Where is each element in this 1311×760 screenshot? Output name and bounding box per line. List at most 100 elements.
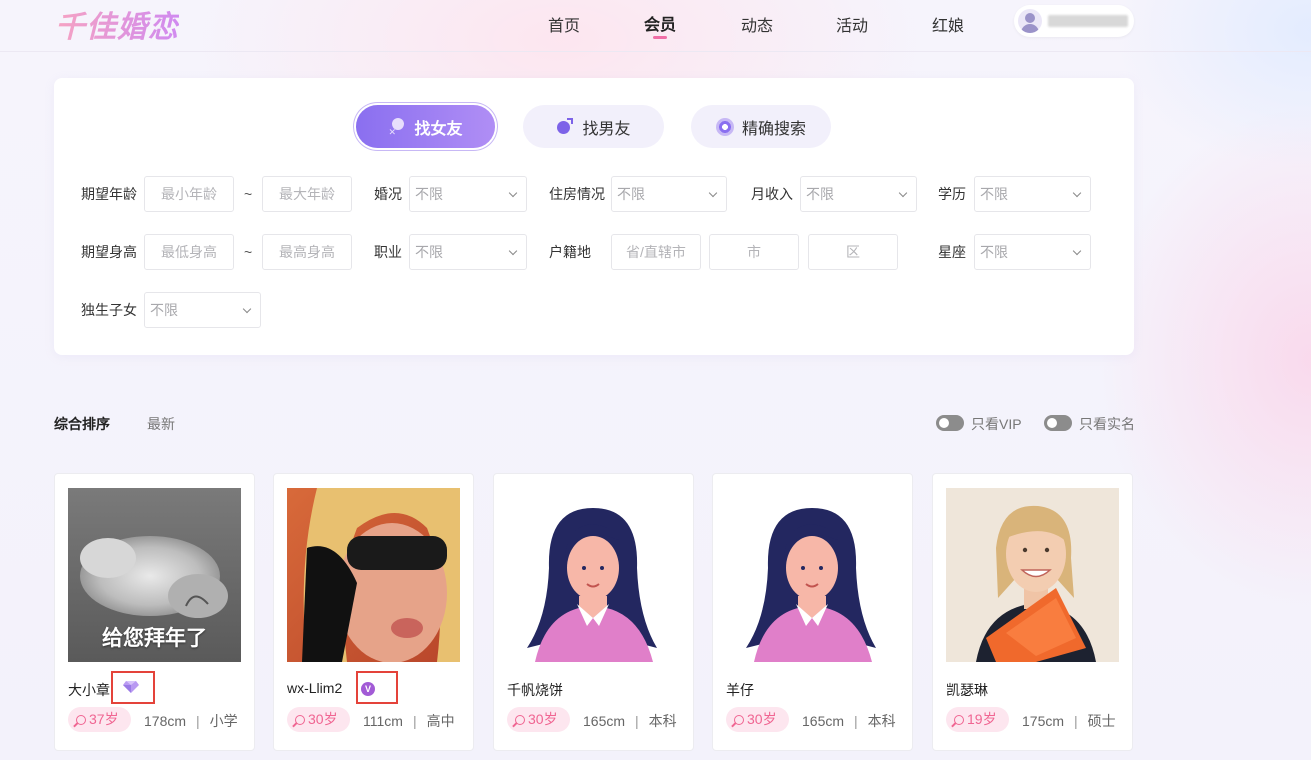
nav-matchmaker[interactable]: 红娘 — [932, 12, 964, 36]
marriage-select[interactable]: 不限 — [409, 176, 527, 212]
precise-search-button[interactable]: 精确搜索 — [691, 105, 831, 148]
member-height: 178cm — [144, 713, 187, 729]
housing-select-value: 不限 — [617, 186, 645, 202]
only-verified-toggle[interactable] — [1044, 415, 1072, 431]
height-label: 期望身高 — [81, 244, 137, 260]
age-value: 19岁 — [967, 711, 997, 727]
chevron-down-icon — [898, 188, 908, 198]
female-icon: ✕ — [388, 117, 406, 136]
top-navigation-bar: 千佳婚恋 首页 会员 动态 活动 红娘 — [0, 0, 1311, 52]
income-label: 月收入 — [751, 186, 793, 202]
only-vip-toggle[interactable] — [936, 415, 964, 431]
height-range-separator: ~ — [244, 244, 253, 260]
male-icon — [556, 117, 574, 136]
default-female-avatar — [726, 488, 899, 662]
female-symbol-icon — [515, 714, 525, 725]
age-badge: 37岁 — [68, 707, 131, 732]
female-symbol-icon — [295, 714, 305, 725]
member-card[interactable]: 凯瑟琳 19岁 175cm | 硕士 — [932, 473, 1133, 751]
user-menu[interactable] — [1014, 5, 1134, 37]
member-height: 111cm — [363, 713, 403, 729]
member-photo: 给您拜年了 — [68, 488, 241, 662]
chevron-down-icon — [708, 188, 718, 198]
chevron-down-icon — [242, 304, 252, 314]
age-value: 30岁 — [747, 711, 777, 727]
user-name-redacted — [1048, 15, 1128, 27]
nav-members[interactable]: 会员 — [644, 11, 676, 35]
marriage-select-value: 不限 — [415, 186, 443, 202]
height-min-input[interactable] — [144, 234, 234, 270]
nav-home[interactable]: 首页 — [548, 12, 580, 36]
zodiac-select-value: 不限 — [980, 244, 1008, 260]
member-card[interactable]: 千帆烧饼 30岁 165cm | 本科 — [493, 473, 694, 751]
member-card[interactable]: wx-Llim2 V 30岁 111cm | 高中 — [273, 473, 474, 751]
only-verified-label: 只看实名 — [1079, 416, 1135, 432]
member-education: 小学 — [209, 713, 238, 729]
education-select-value: 不限 — [980, 186, 1008, 202]
search-panel: ✕ 找女友 找男友 精确搜索 期望年龄 ~ 婚况 不限 住房情况 不限 月收入 … — [54, 78, 1134, 355]
member-photo — [287, 488, 460, 662]
age-min-input[interactable] — [144, 176, 234, 212]
meta-separator: | — [635, 713, 639, 729]
member-name: 千帆烧饼 — [507, 682, 563, 698]
job-label: 职业 — [374, 244, 402, 260]
find-boyfriend-label: 找男友 — [582, 120, 631, 138]
age-badge: 30岁 — [287, 707, 350, 732]
member-meta: 165cm | 本科 — [802, 711, 896, 731]
member-photo — [507, 488, 680, 662]
vip-badge-highlight — [111, 671, 155, 704]
find-girlfriend-button[interactable]: ✕ 找女友 — [356, 105, 495, 148]
income-select[interactable]: 不限 — [800, 176, 917, 212]
chevron-down-icon — [1072, 246, 1082, 256]
female-symbol-icon — [76, 714, 86, 725]
member-card[interactable]: 羊仔 30岁 165cm | 本科 — [712, 473, 913, 751]
portrait-photo — [946, 488, 1119, 662]
province-input[interactable] — [611, 234, 701, 270]
diamond-icon — [123, 681, 139, 693]
member-photo — [726, 488, 899, 662]
member-meta: 165cm | 本科 — [583, 711, 677, 731]
meta-separator: | — [1074, 713, 1078, 729]
sort-newest[interactable]: 最新 — [147, 414, 175, 434]
find-girlfriend-label: 找女友 — [414, 120, 463, 138]
nav-events[interactable]: 活动 — [836, 12, 868, 36]
nav-active-indicator — [653, 36, 667, 39]
member-name: 凯瑟琳 — [946, 682, 988, 698]
age-badge: 30岁 — [726, 707, 789, 732]
user-avatar-icon — [1018, 9, 1042, 33]
female-symbol-icon — [954, 714, 964, 725]
site-logo[interactable]: 千佳婚恋 — [55, 2, 179, 46]
member-photo — [946, 488, 1119, 662]
chevron-down-icon — [508, 188, 518, 198]
member-name: 羊仔 — [726, 682, 754, 698]
default-female-avatar — [507, 488, 680, 662]
member-name: 大小章 — [68, 682, 110, 698]
member-education: 本科 — [867, 713, 896, 729]
nav-moments[interactable]: 动态 — [741, 12, 773, 36]
chevron-down-icon — [1072, 188, 1082, 198]
member-meta: 111cm | 高中 — [363, 711, 455, 731]
female-symbol-icon — [734, 714, 744, 725]
city-input[interactable] — [709, 234, 799, 270]
sort-default[interactable]: 综合排序 — [54, 414, 110, 434]
housing-select[interactable]: 不限 — [611, 176, 727, 212]
job-select-value: 不限 — [415, 244, 443, 260]
member-height: 175cm — [1022, 713, 1065, 729]
age-range-separator: ~ — [244, 186, 253, 202]
member-education: 高中 — [426, 713, 455, 729]
only-child-select-value: 不限 — [150, 302, 178, 318]
zodiac-select[interactable]: 不限 — [974, 234, 1091, 270]
member-card[interactable]: 给您拜年了 大小章 37岁 178cm | 小学 — [54, 473, 255, 751]
member-height: 165cm — [802, 713, 845, 729]
education-select[interactable]: 不限 — [974, 176, 1091, 212]
age-badge: 30岁 — [507, 707, 570, 732]
job-select[interactable]: 不限 — [409, 234, 527, 270]
hukou-label: 户籍地 — [549, 244, 591, 260]
age-max-input[interactable] — [262, 176, 352, 212]
find-boyfriend-button[interactable]: 找男友 — [523, 105, 664, 148]
zodiac-label: 星座 — [938, 244, 966, 260]
district-input[interactable] — [808, 234, 898, 270]
height-max-input[interactable] — [262, 234, 352, 270]
only-child-select[interactable]: 不限 — [144, 292, 261, 328]
chevron-down-icon — [508, 246, 518, 256]
